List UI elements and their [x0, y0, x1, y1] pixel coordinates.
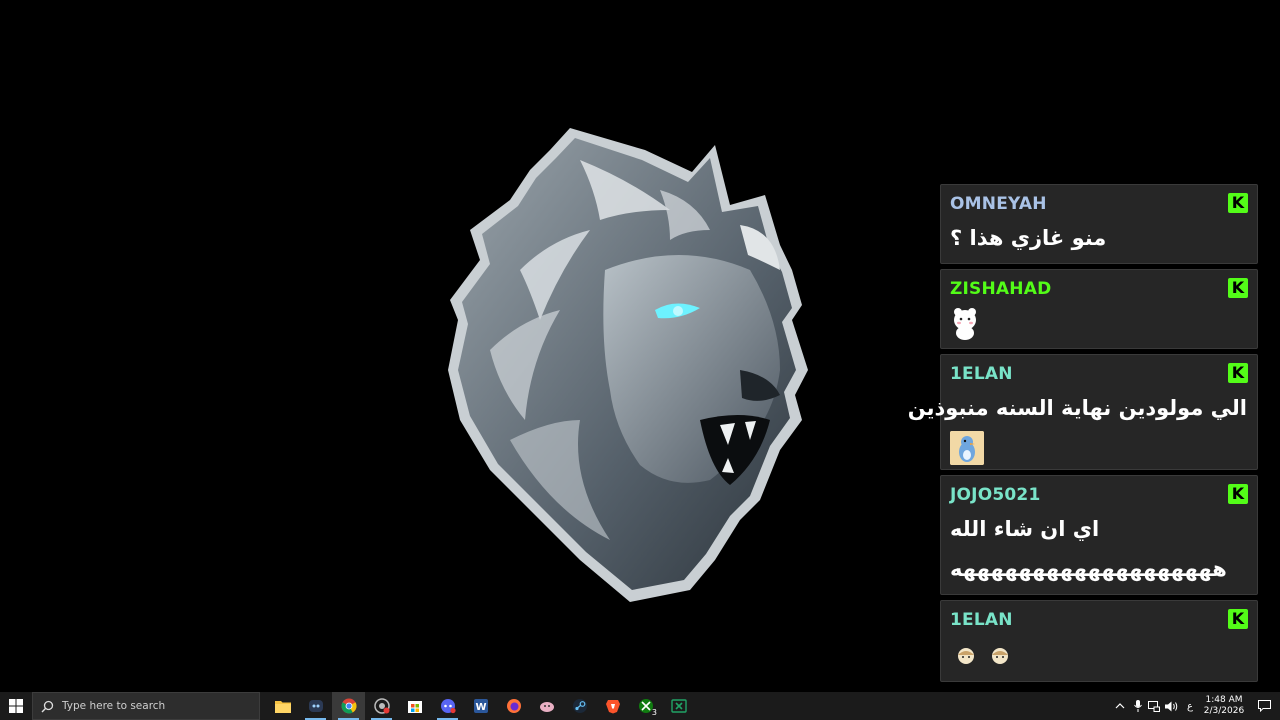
- discord-like-icon: [308, 700, 323, 712]
- face-emote: [992, 648, 1008, 664]
- start-button[interactable]: [0, 692, 32, 720]
- show-hidden-icons-button[interactable]: [1110, 692, 1130, 720]
- action-center-button[interactable]: [1248, 692, 1280, 720]
- input-language: ع: [1187, 700, 1193, 712]
- chat-overlay: OMNEYAH K منو غازي هذا ؟ ZISHAHAD K 1ELA…: [907, 184, 1258, 687]
- steam-icon: [572, 699, 587, 713]
- store-icon: [407, 701, 422, 713]
- chat-username: 1ELAN: [950, 364, 1013, 384]
- messenger-icon: [440, 699, 456, 714]
- taskbar-search-box[interactable]: Type here to search: [32, 692, 260, 720]
- search-icon: [41, 700, 54, 712]
- excel-icon: [670, 699, 687, 713]
- chat-username: ZISHAHAD: [950, 279, 1052, 299]
- chat-message-text: اي ان شاء الله: [950, 517, 1100, 541]
- taskbar-app-store[interactable]: [398, 692, 431, 720]
- volume-button[interactable]: [1162, 692, 1180, 720]
- taskbar-app-xbox[interactable]: 3: [629, 692, 662, 720]
- taskbar-app-chrome-alt[interactable]: [365, 692, 398, 720]
- taskbar-pinned-apps: W 3: [266, 692, 695, 720]
- taskbar-app-excel[interactable]: [662, 692, 695, 720]
- taskbar: Type here to search W 3 ع 1:48 AM 2/3/20…: [0, 692, 1280, 720]
- system-tray: ع 1:48 AM 2/3/2026: [1110, 692, 1280, 720]
- app-icon: [539, 702, 554, 712]
- microphone-icon: [1134, 700, 1142, 712]
- face-emote: [958, 648, 974, 664]
- file-explorer-icon: [274, 701, 291, 713]
- taskbar-app-firefox[interactable]: [497, 692, 530, 720]
- taskbar-app-file-explorer[interactable]: [266, 692, 299, 720]
- chat-username: JOJO5021: [950, 485, 1041, 505]
- network-icon: [1148, 700, 1160, 712]
- kick-badge-icon: K: [1228, 278, 1248, 298]
- chat-username: OMNEYAH: [950, 194, 1047, 214]
- kick-badge-icon: K: [1228, 609, 1248, 629]
- clock-date: 2/3/2026: [1203, 706, 1245, 716]
- chrome-alt-icon: [373, 698, 390, 714]
- kick-badge-icon: K: [1228, 484, 1248, 504]
- taskbar-app-generic[interactable]: [530, 692, 563, 720]
- chat-message: 1ELAN K الي مولودين نهاية السنه منبوذين: [907, 354, 1258, 470]
- xbox-badge-count: 3: [651, 708, 657, 717]
- taskbar-app-brave[interactable]: [596, 692, 629, 720]
- notification-icon: [1257, 700, 1271, 712]
- chat-username: 1ELAN: [950, 610, 1013, 630]
- clock-time: 1:48 AM: [1205, 695, 1243, 705]
- chat-message-text: هههههههههههههههههههه: [950, 557, 1227, 581]
- chat-message: JOJO5021 K اي ان شاء الله هههههههههههههه…: [940, 475, 1258, 595]
- microphone-button[interactable]: [1130, 692, 1146, 720]
- blue-bird-emote: [950, 431, 984, 465]
- input-language-button[interactable]: ع: [1180, 692, 1200, 720]
- taskbar-app-discord[interactable]: [299, 692, 332, 720]
- search-placeholder: Type here to search: [62, 700, 166, 712]
- taskbar-app-word[interactable]: W: [464, 692, 497, 720]
- chat-message-text: منو غازي هذا ؟: [950, 226, 1107, 250]
- chat-message: ZISHAHAD K: [940, 269, 1258, 349]
- taskbar-app-chrome[interactable]: [332, 692, 365, 720]
- kick-badge-icon: K: [1228, 193, 1248, 213]
- taskbar-app-steam[interactable]: [563, 692, 596, 720]
- chrome-icon: [340, 698, 357, 714]
- chat-message-text: الي مولودين نهاية السنه منبوذين: [907, 396, 1247, 420]
- chat-message: OMNEYAH K منو غازي هذا ؟: [940, 184, 1258, 264]
- brave-icon: [605, 700, 620, 714]
- taskbar-app-messenger[interactable]: [431, 692, 464, 720]
- chevron-up-icon: [1115, 703, 1125, 709]
- lion-logo-image: [448, 128, 808, 602]
- white-bear-emote: [954, 308, 976, 340]
- chat-message: 1ELAN K: [940, 600, 1258, 682]
- network-button[interactable]: [1146, 692, 1162, 720]
- windows-icon: [9, 699, 23, 713]
- clock-button[interactable]: 1:48 AM 2/3/2026: [1200, 692, 1248, 720]
- speaker-icon: [1164, 701, 1177, 711]
- svg-text:W: W: [475, 702, 486, 713]
- kick-badge-icon: K: [1228, 363, 1248, 383]
- firefox-icon: [506, 699, 521, 713]
- word-icon: W: [473, 699, 488, 713]
